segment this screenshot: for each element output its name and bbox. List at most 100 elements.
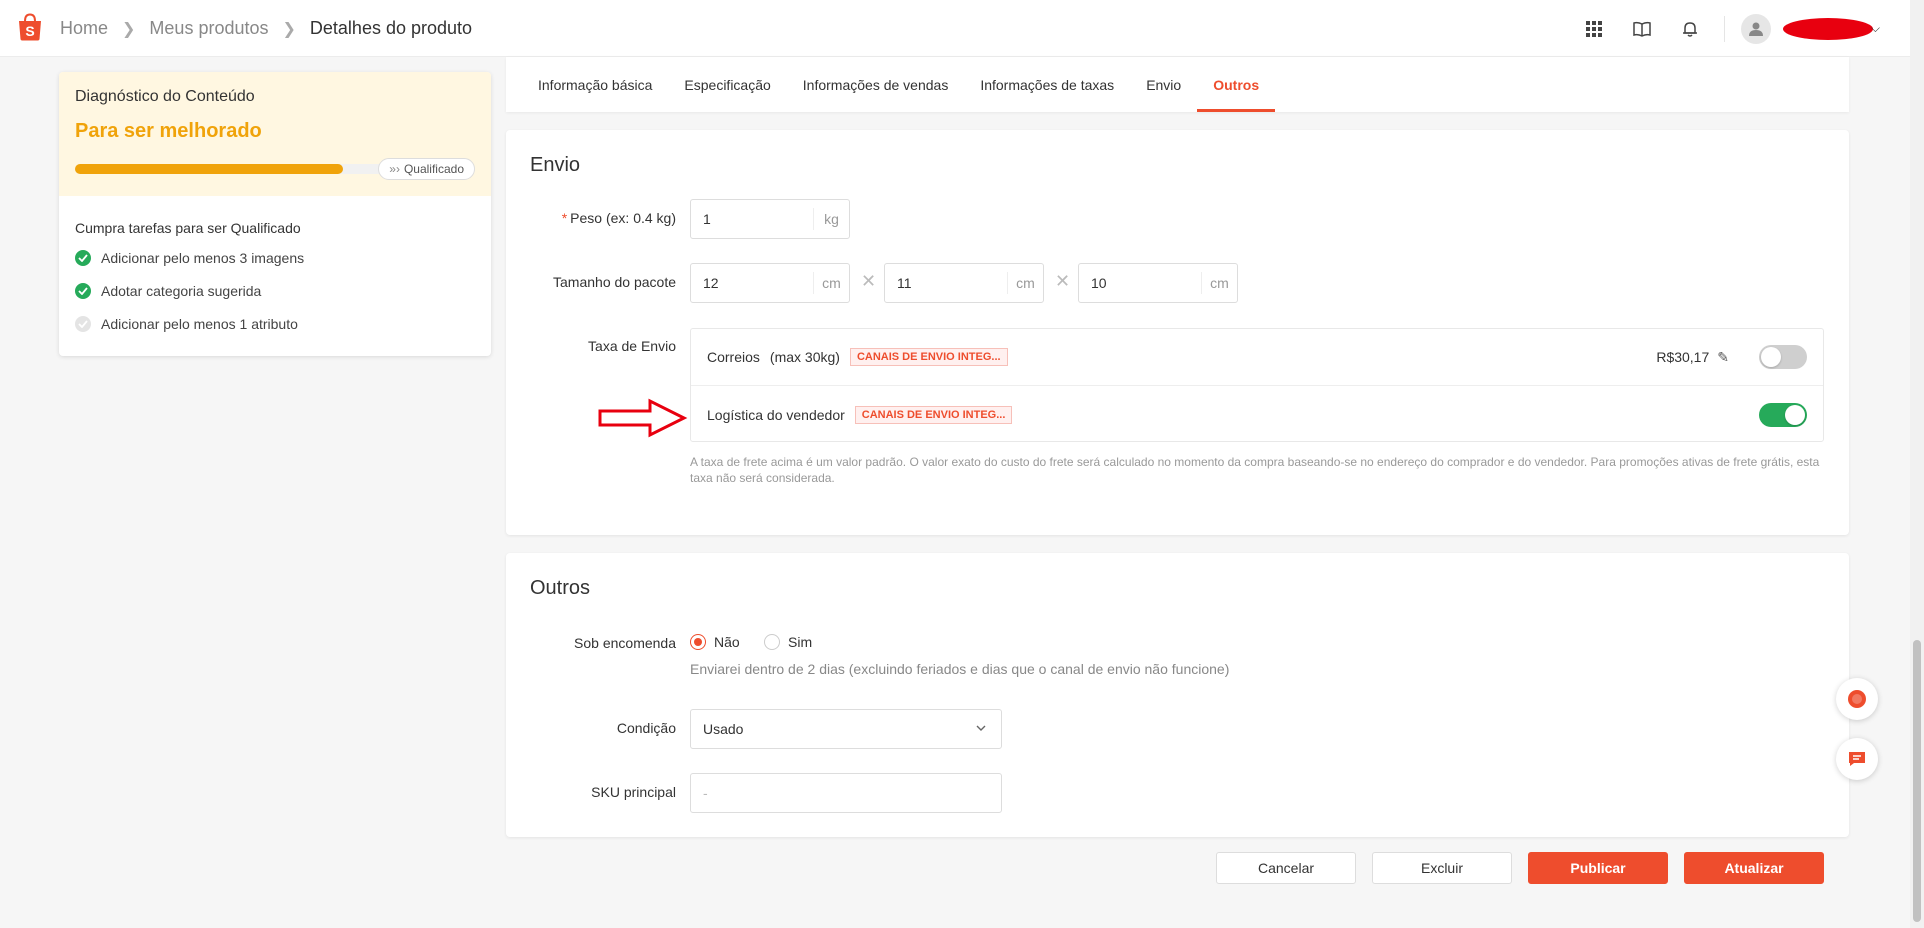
times-icon: ✕ [861,271,877,291]
tab-sales-info[interactable]: Informações de vendas [787,57,965,112]
package-width-input[interactable]: 11 cm [884,263,1044,303]
channel-name: Correios [707,349,760,365]
channel-row-correios: Correios (max 30kg) CANAIS DE ENVIO INTE… [691,329,1823,386]
task-item: Adotar categoria sugerida [75,283,475,299]
publish-button[interactable]: Publicar [1528,852,1668,884]
bell-icon[interactable] [1666,20,1714,38]
weight-unit: kg [813,208,849,230]
breadcrumb-products[interactable]: Meus produtos [149,18,268,39]
integrated-channel-tag: CANAIS DE ENVIO INTEG... [854,405,1013,424]
diagnostic-title: Diagnóstico do Conteúdo [75,88,255,105]
channel-row-seller-logistics: Logística do vendedor CANAIS DE ENVIO IN… [691,386,1823,443]
apps-grid-icon[interactable] [1570,20,1618,37]
breadcrumb: Home ❯ Meus produtos ❯ Detalhes do produ… [60,18,472,39]
top-bar: S Home ❯ Meus produtos ❯ Detalhes do pro… [0,0,1910,57]
weight-input[interactable]: 1 kg [690,199,850,239]
length-unit: cm [813,272,849,294]
book-icon[interactable] [1618,21,1666,37]
shipping-title: Envio [530,154,581,176]
package-size-label: Tamanho do pacote [553,274,676,290]
condition-select[interactable]: Usado [690,709,1002,749]
channel-name: Logística do vendedor [707,406,845,423]
red-arrow-annotation-icon [598,398,688,438]
diagnostic-progress-fill [75,164,343,174]
preorder-label: Sob encomenda [574,635,676,651]
qualified-badge: »› Qualificado [378,158,475,180]
svg-text:S: S [25,23,34,39]
radio-selected-icon[interactable] [690,634,706,650]
condition-label: Condição [616,720,676,736]
preorder-yes-radio[interactable]: Sim [764,634,812,650]
task-label: Adicionar pelo menos 3 imagens [101,250,305,266]
check-circle-icon [75,250,91,266]
chevron-right-icon: ❯ [122,20,136,38]
width-unit: cm [1007,272,1043,294]
height-value[interactable]: 10 [1079,264,1201,302]
scrollbar-thumb[interactable] [1913,640,1921,922]
toggle-knob [1761,347,1781,367]
radio-unselected-icon[interactable] [764,634,780,650]
diagnostic-status: Para ser melhorado [75,120,262,142]
chat-icon[interactable] [1836,738,1878,780]
radio-label[interactable]: Não [714,634,740,650]
weight-label-text: Peso (ex: 0.4 kg) [570,210,676,226]
diagnostic-subtitle: Cumpra tarefas para ser Qualificado [75,220,301,236]
pencil-icon[interactable]: ✎ [1717,349,1729,366]
others-panel: Outros Sob encomenda Não Sim Enviarei de… [506,553,1849,837]
package-length-input[interactable]: 12 cm [690,263,850,303]
breadcrumb-home[interactable]: Home [60,18,108,39]
correios-toggle[interactable] [1759,345,1807,369]
integrated-channel-tag: CANAIS DE ENVIO INTEG... [849,348,1008,366]
tab-shipping[interactable]: Envio [1130,57,1197,112]
radio-label[interactable]: Sim [788,634,812,650]
tab-fees-info[interactable]: Informações de taxas [964,57,1130,112]
task-item: Adicionar pelo menos 1 atributo [75,316,475,332]
check-circle-icon [75,283,91,299]
shipping-fee-label: Taxa de Envio [588,338,676,354]
task-item: Adicionar pelo menos 3 imagens [75,250,475,266]
toggle-knob [1785,404,1805,425]
tab-others[interactable]: Outros [1197,57,1276,112]
triple-chevron-icon: »› [389,162,400,176]
shipping-channels-box: Correios (max 30kg) CANAIS DE ENVIO INTE… [690,328,1824,442]
qualified-badge-label: Qualificado [403,162,464,176]
channel-price: R$30,17 ✎ [1656,349,1729,366]
content-diagnostic-card: Diagnóstico do Conteúdo Para ser melhora… [59,72,491,356]
channel-max-weight: (max 30kg) [769,349,840,365]
times-icon: ✕ [1055,271,1071,291]
channel-price-value: R$30,17 [1656,349,1710,365]
package-height-input[interactable]: 10 cm [1078,263,1238,303]
weight-label: * Peso (ex: 0.4 kg) [561,210,676,226]
shipping-fee-note: A taxa de frete acima é um valor padrão.… [690,455,1820,485]
product-tabs: Informação básica Especificação Informaç… [506,57,1849,112]
shipping-panel: Envio * Peso (ex: 0.4 kg) 1 kg Tamanho do… [506,130,1849,535]
length-value[interactable]: 12 [691,264,813,302]
avatar-icon[interactable] [1740,13,1771,44]
breadcrumb-current: Detalhes do produto [309,18,473,38]
task-label: Adicionar pelo menos 1 atributo [101,316,298,332]
width-value[interactable]: 11 [885,264,1007,302]
update-button[interactable]: Atualizar [1684,852,1824,884]
condition-value: Usado [703,721,744,737]
chevron-down-icon [976,725,986,731]
tab-basic-info[interactable]: Informação básica [522,57,668,112]
sku-label: SKU principal [591,784,676,800]
weight-value[interactable]: 1 [691,200,813,238]
preorder-no-radio[interactable]: Não [690,634,740,650]
delete-button[interactable]: Excluir [1372,852,1512,884]
chevron-down-icon[interactable]: ⌵ [1871,21,1880,36]
page-scrollbar[interactable] [1910,0,1924,928]
shopee-logo-icon[interactable]: S [17,13,43,41]
header-divider [1723,15,1725,42]
user-name-redacted[interactable] [1782,17,1873,40]
sku-input[interactable]: - [690,773,1002,813]
height-unit: cm [1201,272,1237,294]
seller-logistics-toggle[interactable] [1759,402,1807,427]
check-circle-pending-icon [75,316,91,332]
task-label: Adotar categoria sugerida [101,283,262,299]
tab-specification[interactable]: Especificação [668,57,786,112]
others-title: Outros [530,577,591,599]
cancel-button[interactable]: Cancelar [1216,852,1356,884]
chevron-right-icon: ❯ [282,20,296,38]
assistant-icon[interactable] [1836,678,1878,720]
